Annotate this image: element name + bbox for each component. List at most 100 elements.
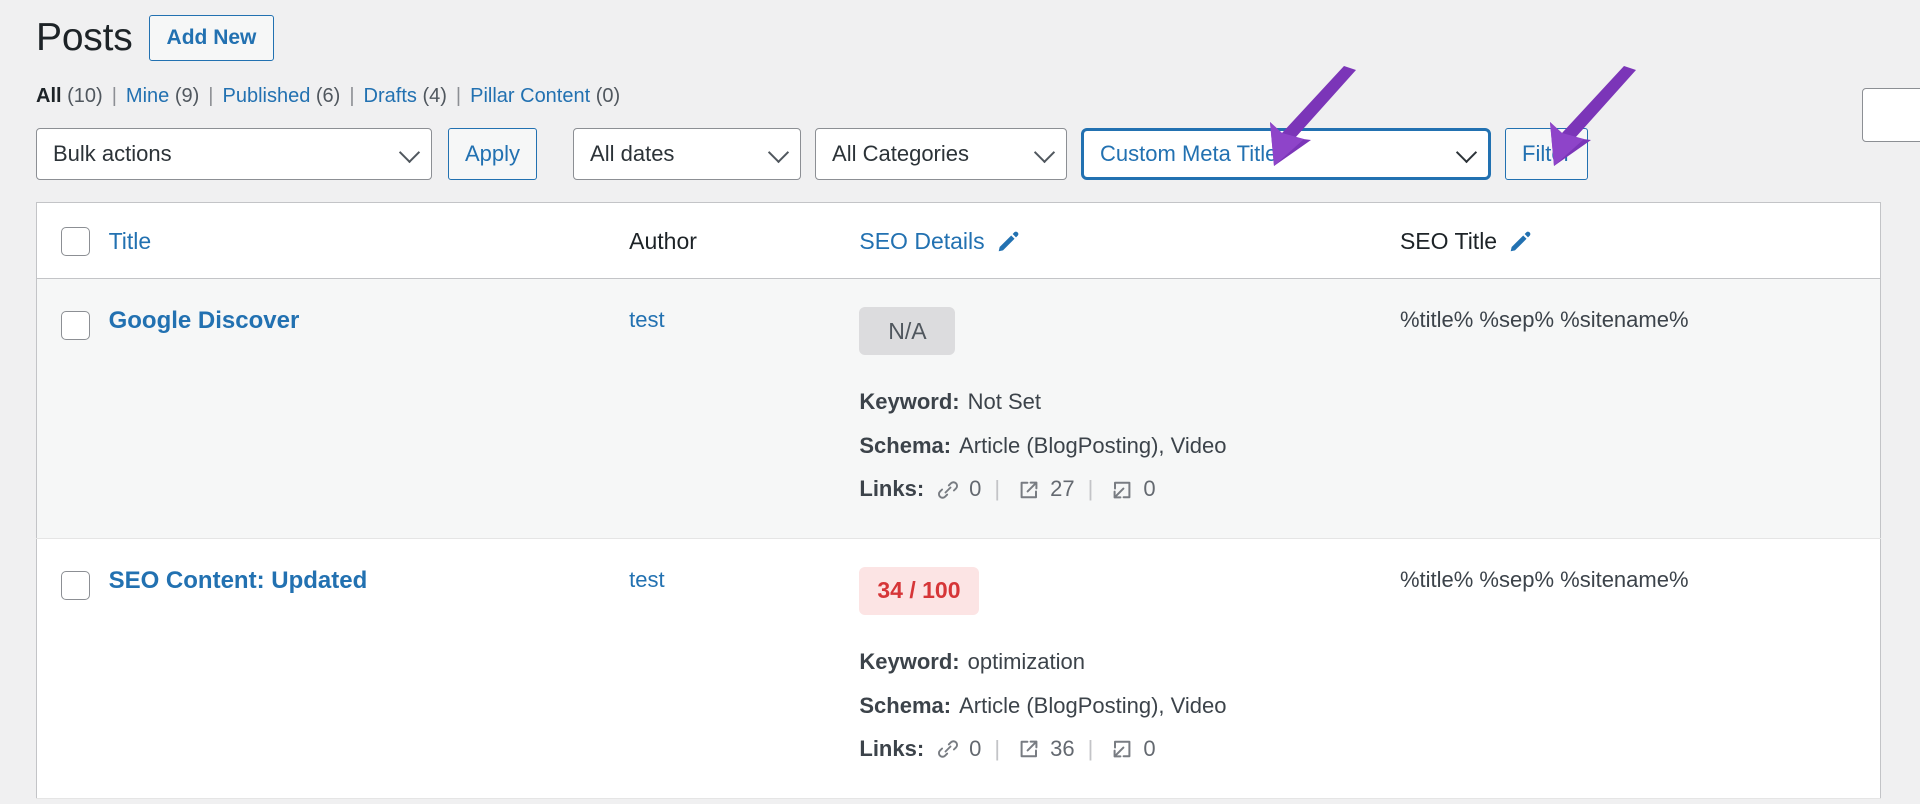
row-author-cell: test: [629, 538, 859, 798]
column-header-seo-details-label[interactable]: SEO Details: [859, 228, 984, 255]
status-link-mine[interactable]: Mine (9): [126, 85, 199, 108]
row-seo-details-cell: 34 / 100 Keyword: optimization Schema: A…: [859, 538, 1400, 798]
column-header-author: Author: [629, 202, 860, 280]
seo-title-value: %title% %sep% %sitename%: [1399, 566, 1689, 592]
external-links-count: 27: [1050, 476, 1075, 502]
add-new-button[interactable]: Add New: [148, 15, 275, 62]
column-header-title[interactable]: Title: [108, 202, 630, 280]
apply-button[interactable]: Apply: [448, 127, 538, 180]
external-link-icon: [1017, 737, 1041, 761]
external-links-count: 36: [1050, 736, 1075, 762]
seo-title-value: %title% %sep% %sitename%: [1399, 307, 1689, 333]
keyword-value: optimization: [967, 648, 1086, 674]
row-title-cell: SEO Content: Updated: [109, 538, 630, 798]
schema-label: Schema:: [859, 432, 952, 458]
search-input[interactable]: [1862, 88, 1920, 142]
schema-value: Article (BlogPosting), Video: [959, 692, 1227, 718]
row-seo-title-cell: %title% %sep% %sitename%: [1400, 538, 1881, 798]
table-header-row: Title Author SEO Details SEO Title: [36, 202, 1881, 280]
links-line: Links: 0 |: [859, 735, 1400, 764]
status-link-drafts[interactable]: Drafts (4): [364, 85, 447, 108]
status-link-all-count: (10): [67, 84, 103, 107]
status-link-pillar-content-label[interactable]: Pillar Content: [470, 85, 590, 107]
status-separator: |: [349, 84, 355, 107]
table-head: Title Author SEO Details SEO Title: [36, 202, 1881, 280]
bulk-actions-value: Bulk actions: [53, 140, 172, 166]
row-checkbox[interactable]: [61, 311, 90, 341]
internal-links-count: 0: [969, 736, 982, 762]
select-all-header: [36, 202, 109, 280]
status-separator: |: [111, 84, 117, 107]
filter-button[interactable]: Filter: [1505, 127, 1588, 180]
keyword-line: Keyword: Not Set: [859, 388, 1400, 417]
date-filter-select[interactable]: All dates: [573, 127, 802, 180]
status-link-pillar-content[interactable]: Pillar Content (0): [470, 85, 620, 108]
status-link-published-count: (6): [315, 84, 341, 107]
pencil-icon[interactable]: [1508, 229, 1533, 254]
category-filter-value: All Categories: [832, 140, 969, 166]
inbound-link-icon: [1110, 737, 1134, 761]
column-header-seo-details[interactable]: SEO Details: [859, 202, 1400, 280]
keyword-label: Keyword:: [859, 389, 960, 415]
row-checkbox[interactable]: [61, 570, 90, 600]
row-seo-title-cell: %title% %sep% %sitename%: [1400, 279, 1881, 539]
row-select-cell: [37, 279, 109, 539]
custom-meta-filter-value: Custom Meta Title: [1100, 140, 1278, 166]
keyword-value: Not Set: [967, 389, 1041, 415]
column-header-title-label[interactable]: Title: [109, 228, 152, 254]
internal-link-icon: [936, 737, 960, 761]
inbound-links-count: 0: [1143, 736, 1156, 762]
links-separator: |: [994, 476, 1001, 502]
inbound-link-icon: [1110, 478, 1134, 502]
post-author-link[interactable]: test: [629, 567, 664, 592]
links-label: Links:: [859, 476, 925, 502]
schema-value: Article (BlogPosting), Video: [959, 432, 1227, 458]
status-link-drafts-label[interactable]: Drafts: [364, 85, 417, 107]
chevron-down-icon: [398, 141, 421, 163]
status-link-mine-label[interactable]: Mine: [126, 85, 169, 107]
chevron-down-icon: [1033, 141, 1056, 163]
status-link-published-label[interactable]: Published: [222, 85, 310, 107]
pencil-icon[interactable]: [996, 229, 1021, 254]
posts-table: Title Author SEO Details SEO Title Googl…: [36, 201, 1881, 799]
status-separator: |: [455, 84, 462, 107]
status-link-all-label[interactable]: All: [36, 85, 62, 107]
links-line: Links: 0 |: [859, 475, 1400, 504]
page-title: Posts: [36, 16, 133, 59]
table-row: Google Discover test N/A Keyword: Not Se…: [36, 278, 1881, 539]
post-author-link[interactable]: test: [629, 307, 664, 332]
schema-label: Schema:: [859, 692, 952, 718]
status-link-published[interactable]: Published (6): [222, 85, 340, 108]
date-filter-value: All dates: [590, 140, 675, 166]
post-title-link[interactable]: Google Discover: [109, 307, 300, 334]
row-title-cell: Google Discover: [109, 279, 630, 539]
schema-line: Schema: Article (BlogPosting), Video: [859, 432, 1400, 461]
category-filter-select[interactable]: All Categories: [815, 127, 1068, 180]
post-status-filter-links: All (10) | Mine (9) | Published (6) | Dr…: [0, 63, 1920, 108]
status-link-all[interactable]: All (10): [36, 85, 103, 108]
bulk-actions-select[interactable]: Bulk actions: [36, 127, 432, 180]
row-select-cell: [37, 538, 109, 798]
internal-link-icon: [936, 478, 960, 502]
status-link-pillar-content-count: (0): [595, 84, 621, 107]
page-header: Posts Add New: [0, 0, 1920, 63]
schema-line: Schema: Article (BlogPosting), Video: [859, 692, 1400, 721]
table-body: Google Discover test N/A Keyword: Not Se…: [36, 278, 1881, 799]
post-title-link[interactable]: SEO Content: Updated: [109, 567, 368, 594]
admin-page: Posts Add New All (10) | Mine (9) | Publ…: [0, 0, 1920, 804]
status-link-drafts-count: (4): [422, 84, 447, 107]
select-all-checkbox[interactable]: [61, 227, 90, 257]
chevron-down-icon: [767, 141, 790, 163]
table-toolbar: Bulk actions Apply All dates All Categor…: [0, 108, 1920, 180]
row-author-cell: test: [629, 279, 859, 539]
status-separator: |: [208, 84, 214, 107]
links-separator: |: [1087, 476, 1094, 502]
seo-score-badge: N/A: [859, 307, 956, 356]
external-link-icon: [1017, 478, 1041, 502]
seo-score-badge: 34 / 100: [859, 566, 979, 615]
keyword-line: Keyword: optimization: [859, 648, 1400, 677]
column-header-seo-title-label: SEO Title: [1399, 227, 1498, 254]
custom-meta-filter-select[interactable]: Custom Meta Title: [1081, 127, 1492, 180]
keyword-label: Keyword:: [859, 648, 960, 674]
column-header-seo-title: SEO Title: [1399, 202, 1881, 280]
